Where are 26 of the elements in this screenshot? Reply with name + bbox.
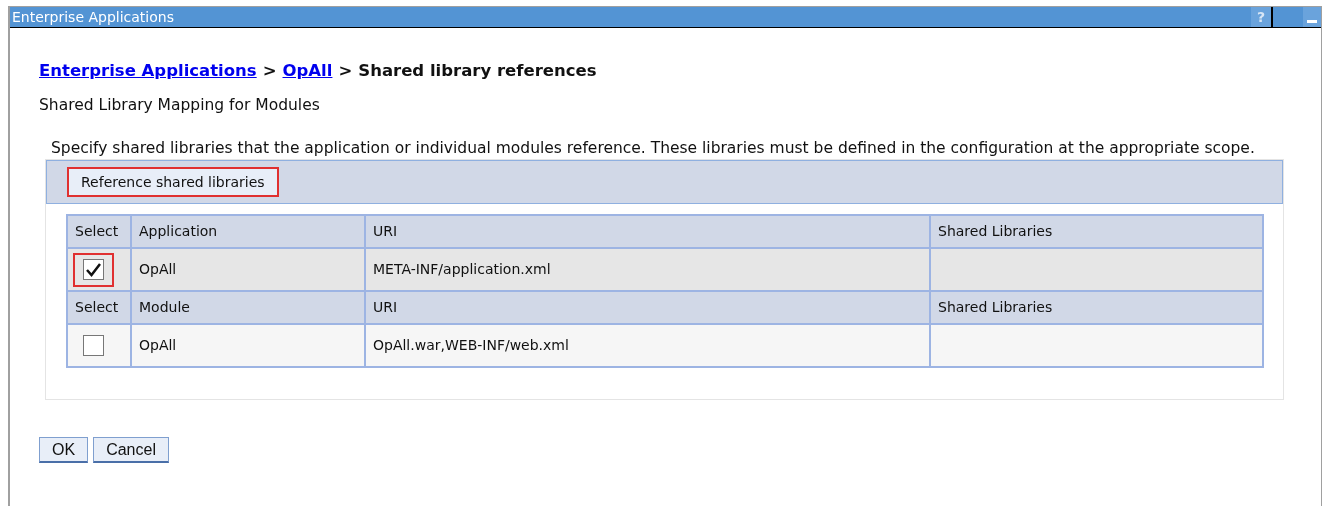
ok-button[interactable]: OK xyxy=(39,437,89,463)
breadcrumb-link[interactable]: Enterprise Applications xyxy=(39,59,257,84)
column-header: Shared Libraries xyxy=(930,215,1263,248)
column-header: Select xyxy=(67,215,131,248)
breadcrumb-link[interactable]: OpAll xyxy=(282,59,333,84)
column-header: Module xyxy=(131,291,365,324)
checkmark-icon xyxy=(86,262,101,277)
table-cell: OpAll xyxy=(131,324,365,367)
minimize-icon xyxy=(1307,20,1317,23)
column-header: Shared Libraries xyxy=(930,291,1263,324)
table-cell: OpAll.war,WEB-INF/web.xml xyxy=(365,324,930,367)
section-subtitle: Shared Library Mapping for Modules xyxy=(39,94,321,116)
breadcrumb-separator: > xyxy=(262,60,277,82)
minimize-button[interactable] xyxy=(1303,7,1321,27)
description-text: Specify shared libraries that the application or individual modules reference. These libraries must be defined in the configuration at the appropriate scope. xyxy=(50,139,1256,157)
reference-shared-libraries-button[interactable]: Reference shared libraries xyxy=(67,167,279,197)
checkbox[interactable] xyxy=(83,259,104,280)
cancel-button[interactable]: Cancel xyxy=(93,437,169,463)
window-title: Enterprise Applications xyxy=(12,10,175,24)
breadcrumb-separator: > xyxy=(338,60,353,82)
column-header: Select xyxy=(67,291,131,324)
column-header: URI xyxy=(365,291,930,324)
page-heading: Shared library references xyxy=(358,60,597,82)
column-header: Application xyxy=(131,215,365,248)
checkbox[interactable] xyxy=(83,335,104,356)
column-header: URI xyxy=(365,215,930,248)
